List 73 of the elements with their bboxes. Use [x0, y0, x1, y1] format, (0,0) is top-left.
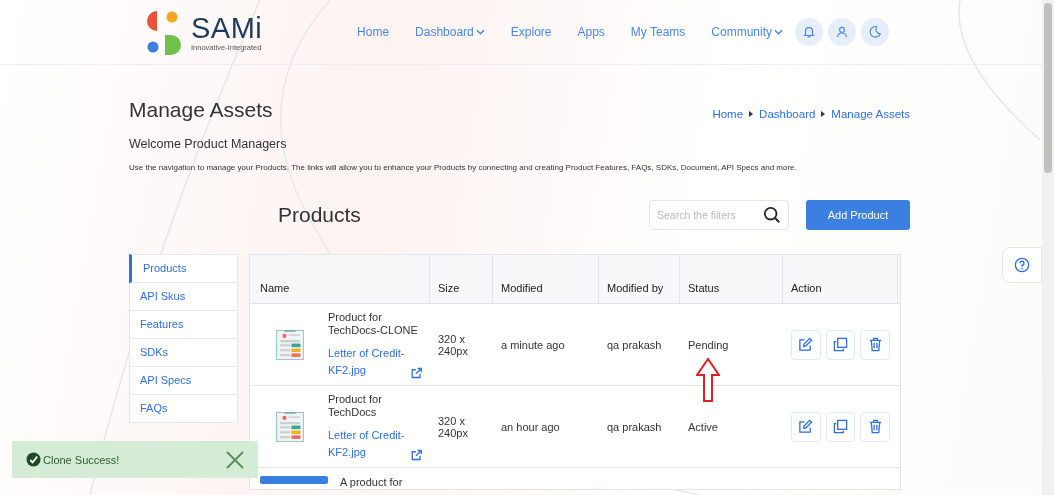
user-icon [835, 25, 849, 39]
column-header: Status [680, 255, 783, 303]
nav-link[interactable]: Explore [510, 25, 552, 39]
edit-icon [798, 337, 814, 352]
external-link-icon[interactable] [410, 366, 422, 379]
column-header: Modified [493, 255, 599, 303]
table-cell-text: an hour ago [500, 419, 561, 435]
check-circle-icon [26, 452, 41, 467]
intro-text: Use the navigation to manage your Products. The links will allow you to enhance your Products by connecting and creating Product Features, FAQs, SDKs, Document, API Specs and more. [129, 163, 798, 172]
help-button[interactable] [1002, 247, 1042, 283]
copy-icon [833, 419, 848, 434]
sidebar-item[interactable]: FAQs [129, 395, 238, 423]
nav-link[interactable]: Community [711, 25, 783, 39]
column-header: Size [430, 255, 493, 303]
welcome-heading: Welcome Product Managers [129, 137, 288, 151]
sidebar-item[interactable]: Features [129, 311, 238, 339]
delete-button[interactable] [860, 411, 890, 442]
products-title: Products [278, 203, 362, 227]
column-header: Modified by [599, 255, 680, 303]
nav-link[interactable]: Apps [577, 25, 605, 39]
status-text: Pending [688, 338, 729, 351]
external-link-icon[interactable] [410, 448, 422, 461]
bell-icon [802, 25, 816, 39]
moon-icon [868, 25, 882, 39]
table-cell-text: a minute ago [500, 337, 566, 353]
breadcrumb-link[interactable]: Manage Assets [831, 108, 910, 120]
copy-button[interactable] [825, 329, 856, 360]
toast-message: Clone Success! [43, 453, 121, 466]
file-link[interactable]: Letter of Credit-KF2.jpg [328, 344, 405, 379]
edit-button[interactable] [791, 411, 821, 442]
question-icon [1014, 257, 1030, 273]
dark-mode-button[interactable] [861, 18, 889, 46]
product-name: Product for TechDocs-CLONE [328, 310, 419, 337]
sidebar-item[interactable]: API Specs [129, 367, 238, 395]
close-icon[interactable] [226, 450, 244, 469]
copy-button[interactable] [825, 411, 856, 442]
caret-right-icon [749, 111, 754, 117]
product-name: Product for TechDocs [328, 392, 383, 419]
thumbnail-bar [260, 476, 328, 484]
trash-icon [867, 419, 883, 434]
product-name: A product for [340, 476, 403, 489]
column-header: Name [250, 255, 430, 303]
breadcrumb-link[interactable]: Dashboard [759, 108, 816, 120]
column-header: Action [783, 255, 898, 303]
sidebar-item[interactable]: Products [129, 254, 238, 283]
caret-right-icon [821, 111, 826, 117]
copy-icon [833, 337, 848, 352]
edit-icon [798, 419, 814, 434]
scrollbar[interactable] [1042, 0, 1054, 495]
page-title: Manage Assets [129, 98, 273, 122]
sidebar-item[interactable]: SDKs [129, 339, 238, 367]
search-icon [763, 206, 781, 224]
table-cell-text: qa prakash [606, 337, 663, 353]
notification-button[interactable] [795, 18, 823, 46]
nav-link[interactable]: Dashboard [415, 25, 485, 39]
nav-link[interactable]: Home [357, 25, 390, 39]
delete-button[interactable] [860, 329, 890, 360]
trash-icon [867, 337, 883, 352]
add-product-button[interactable]: Add Product [806, 200, 910, 230]
status-text: Active [688, 420, 718, 433]
nav-link[interactable]: My Teams [630, 25, 686, 39]
edit-button[interactable] [791, 329, 821, 360]
chevron-down-icon [774, 29, 783, 35]
profile-button[interactable] [828, 18, 856, 46]
table-cell-text: 320 x 240px [437, 413, 469, 441]
brand-name: SAMi [191, 12, 263, 43]
sidebar-item[interactable]: API Skus [129, 283, 238, 311]
file-link[interactable]: Letter of Credit-KF2.jpg [328, 426, 405, 461]
search-field[interactable]: Search the filters [649, 200, 789, 230]
table-cell-text: 320 x 240px [437, 331, 469, 359]
table-cell-text: qa prakash [606, 419, 663, 435]
chevron-down-icon [475, 29, 485, 35]
breadcrumb-link[interactable]: Home [712, 108, 744, 120]
